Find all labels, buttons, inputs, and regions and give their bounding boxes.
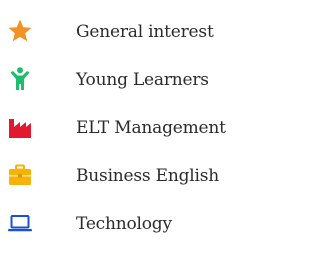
category-general-interest[interactable]: General interest [0,10,264,54]
category-young-learners[interactable]: Young Learners [0,58,264,102]
briefcase-icon [7,162,33,188]
laptop-icon [7,210,33,236]
category-label: Young Learners [76,70,209,90]
category-technology[interactable]: Technology [0,202,264,246]
category-label: ELT Management [76,118,226,138]
category-elt-management[interactable]: ELT Management [0,106,264,150]
category-label: General interest [76,22,214,42]
category-label: Business English [76,166,220,186]
category-list: General interest Young Learners ELT Mana… [0,0,264,253]
factory-icon [7,114,33,140]
category-label: Technology [76,214,172,234]
star-icon [7,18,33,44]
category-business-english[interactable]: Business English [0,154,264,198]
child-icon [7,66,33,92]
